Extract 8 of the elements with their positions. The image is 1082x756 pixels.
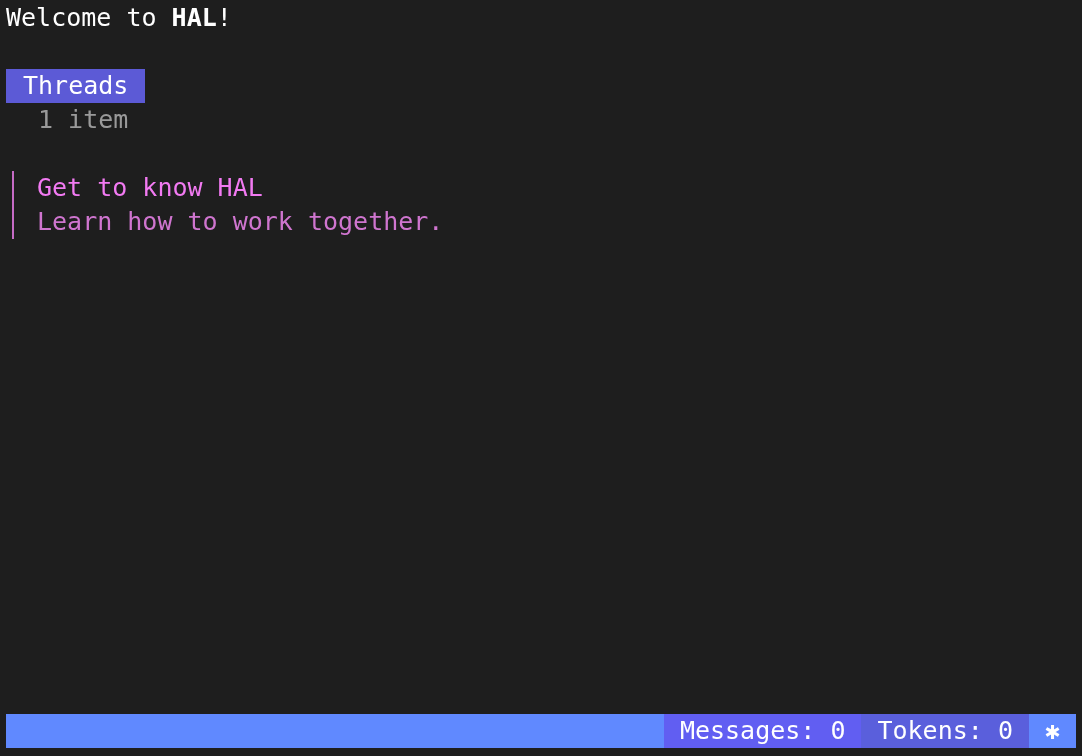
thread-item[interactable]: Get to know HAL Learn how to work together. xyxy=(12,171,1076,239)
thread-description: Learn how to work together. xyxy=(37,206,445,238)
thread-title: Get to know HAL xyxy=(37,172,264,204)
messages-counter: Messages: 0 xyxy=(663,714,862,748)
item-count: 1 item xyxy=(37,104,130,136)
section-title: Threads xyxy=(6,69,146,103)
tokens-counter: Tokens: 0 xyxy=(861,714,1029,748)
welcome-message: Welcome to HAL! xyxy=(6,2,233,34)
